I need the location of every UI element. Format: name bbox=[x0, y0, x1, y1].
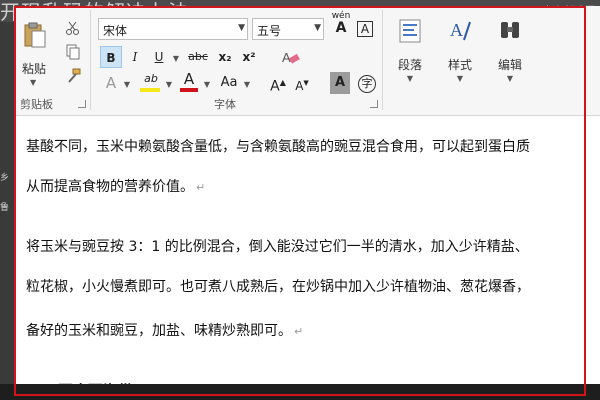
chevron-down-icon[interactable]: ▼ bbox=[488, 74, 532, 83]
copy-icon[interactable] bbox=[64, 44, 82, 60]
editing-label: 编辑 bbox=[497, 58, 522, 72]
font-color-button[interactable]: A bbox=[178, 70, 200, 92]
enclose-characters-icon: 字 bbox=[358, 75, 376, 93]
superscript-button[interactable]: x² bbox=[238, 46, 260, 68]
paste-label: 粘贴 bbox=[22, 62, 47, 76]
binoculars-icon bbox=[501, 22, 519, 38]
font-size-combobox[interactable]: 五号 ▼ bbox=[252, 18, 324, 40]
italic-button[interactable]: I bbox=[124, 46, 146, 68]
editing-button[interactable]: 编辑 ▼ bbox=[488, 14, 532, 94]
paste-button[interactable]: 粘贴 ▼ bbox=[16, 14, 56, 90]
chevron-down-icon[interactable]: ▼ bbox=[242, 72, 252, 94]
underline-button[interactable]: U bbox=[148, 46, 170, 68]
text-effects-button[interactable]: A bbox=[100, 72, 122, 94]
document-line: 基酸不同，玉米中赖氨酸含量低，与含赖氨酸高的豌豆混合食用，可以起到蛋白质 bbox=[26, 139, 530, 155]
font-group-label: 字体 bbox=[214, 98, 236, 111]
styles-icon: A bbox=[450, 20, 471, 41]
document-line: 从而提高食物的营养价值。 ↵ bbox=[26, 179, 206, 195]
highlight-color-bar bbox=[140, 88, 160, 92]
shrink-font-button[interactable]: A▼ bbox=[292, 72, 312, 94]
subscript-button[interactable]: x₂ bbox=[214, 46, 236, 68]
clipboard-dialog-launcher-icon[interactable] bbox=[78, 100, 86, 108]
chevron-down-icon[interactable]: ▼ bbox=[438, 74, 482, 83]
paragraph-mark-icon: ↵ bbox=[196, 181, 206, 194]
phonetic-guide-button[interactable]: wén A bbox=[330, 10, 352, 35]
character-shading-button[interactable]: A bbox=[330, 72, 350, 94]
chevron-down-icon[interactable]: ▼ bbox=[314, 23, 321, 33]
bold-button[interactable]: B bbox=[100, 46, 122, 68]
chevron-down-icon[interactable]: ▼ bbox=[202, 72, 212, 94]
highlight-button[interactable]: ab bbox=[138, 70, 164, 92]
font-name-combobox[interactable]: 宋体 ▼ bbox=[98, 18, 248, 40]
chevron-down-icon[interactable]: ▼ bbox=[122, 72, 132, 94]
word-window: 粘贴 ▼ 剪贴板 宋体 ▼ 五号 ▼ wén A A B I U ▼ abc x… bbox=[14, 6, 600, 400]
paragraph-button[interactable]: 段落 ▼ bbox=[388, 14, 432, 94]
grow-font-button[interactable]: A▲ bbox=[268, 72, 288, 95]
document-line: 备好的玉米和豌豆，加盐、味精炒熟即可。 ↵ bbox=[26, 323, 304, 339]
character-border-icon: A bbox=[356, 21, 374, 37]
document-line: 粒花椒，小火慢煮即可。也可煮八成熟后，在炒锅中加入少许植物油、葱花爆香， bbox=[26, 279, 530, 295]
enclose-characters-button[interactable]: 字 bbox=[356, 72, 378, 94]
character-border-button[interactable]: A bbox=[354, 18, 376, 40]
svg-text:A: A bbox=[282, 50, 291, 65]
svg-text:A: A bbox=[450, 20, 463, 40]
styles-button[interactable]: A 样式 ▼ bbox=[438, 14, 482, 94]
format-painter-icon[interactable] bbox=[64, 68, 82, 84]
styles-label: 样式 bbox=[447, 58, 472, 72]
change-case-button[interactable]: Aa bbox=[216, 72, 242, 94]
font-dialog-launcher-icon[interactable] bbox=[370, 100, 378, 108]
document-body[interactable]: 基酸不同，玉米中赖氨酸含量低，与含赖氨酸高的豌豆混合食用，可以起到蛋白质 从而提… bbox=[14, 116, 600, 400]
group-divider bbox=[90, 10, 91, 110]
chevron-down-icon[interactable]: ▼ bbox=[238, 23, 245, 33]
font-name-value: 宋体 bbox=[103, 24, 128, 38]
background-left-text: 鲁 bbox=[0, 203, 10, 213]
chevron-down-icon[interactable]: ▼ bbox=[30, 78, 36, 87]
background-left-text: 乡 bbox=[0, 173, 10, 183]
clear-formatting-icon[interactable]: A bbox=[280, 48, 300, 66]
paragraph-icon bbox=[399, 19, 421, 43]
font-color-bar bbox=[180, 88, 198, 92]
screen-bottom-edge bbox=[0, 384, 600, 400]
chevron-down-icon[interactable]: ▼ bbox=[171, 46, 181, 68]
paragraph-label: 段落 bbox=[397, 58, 422, 72]
chevron-down-icon[interactable]: ▼ bbox=[164, 72, 174, 94]
chevron-down-icon[interactable]: ▼ bbox=[388, 74, 432, 83]
paragraph-mark-icon: ↵ bbox=[294, 325, 304, 338]
strikethrough-button[interactable]: abc bbox=[184, 46, 212, 68]
ribbon-home: 粘贴 ▼ 剪贴板 宋体 ▼ 五号 ▼ wén A A B I U ▼ abc x… bbox=[14, 6, 600, 116]
document-line: 将玉米与豌豆按 3：1 的比例混合，倒入能没过它们一半的清水，加入少许精盐、 bbox=[26, 239, 529, 255]
font-size-value: 五号 bbox=[257, 24, 282, 38]
clipboard-icon bbox=[24, 22, 46, 48]
scissors-icon[interactable] bbox=[64, 20, 82, 36]
clipboard-group-label: 剪贴板 bbox=[20, 98, 53, 111]
group-divider bbox=[382, 10, 383, 110]
